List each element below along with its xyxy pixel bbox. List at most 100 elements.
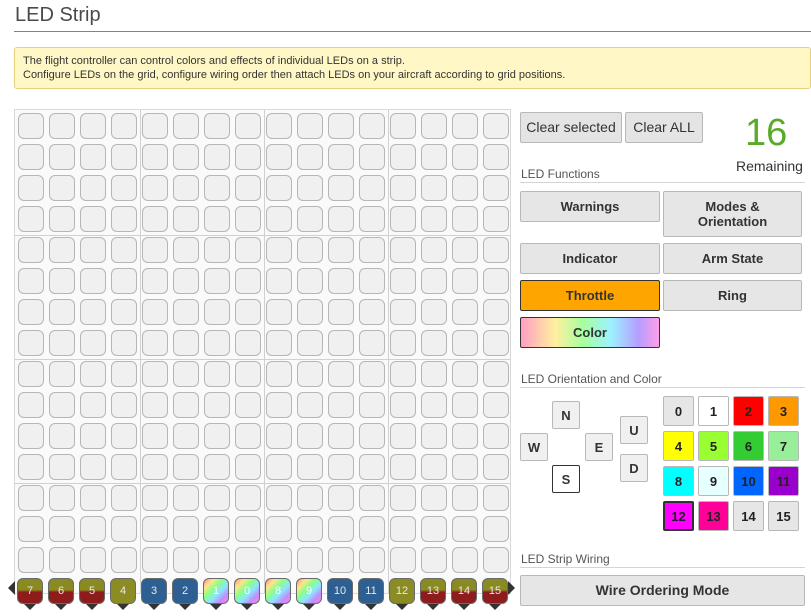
wired-led-cell[interactable]: 8 — [265, 578, 291, 604]
led-grid-cell[interactable] — [390, 454, 416, 480]
led-grid-cell[interactable] — [483, 206, 509, 232]
led-grid-cell[interactable] — [483, 516, 509, 542]
led-grid-cell[interactable] — [235, 361, 261, 387]
modes-orientation-button[interactable]: Modes & Orientation — [663, 191, 802, 237]
wired-led-cell[interactable]: 15 — [482, 578, 508, 604]
led-grid-cell[interactable] — [204, 299, 230, 325]
led-grid-cell[interactable] — [142, 485, 168, 511]
led-grid-cell[interactable] — [483, 361, 509, 387]
led-grid-cell[interactable] — [452, 175, 478, 201]
led-grid-cell[interactable] — [204, 113, 230, 139]
led-grid-cell[interactable] — [18, 268, 44, 294]
led-grid-cell[interactable] — [390, 237, 416, 263]
led-grid-cell[interactable] — [328, 113, 354, 139]
led-grid-cell[interactable] — [142, 454, 168, 480]
led-grid-cell[interactable] — [359, 392, 385, 418]
led-grid-cell[interactable] — [49, 454, 75, 480]
color-swatch[interactable]: 0 — [663, 396, 694, 426]
led-grid-cell[interactable] — [297, 268, 323, 294]
led-grid-cell[interactable] — [18, 144, 44, 170]
led-grid-cell[interactable] — [173, 268, 199, 294]
led-grid-cell[interactable] — [80, 268, 106, 294]
led-grid-cell[interactable] — [173, 485, 199, 511]
led-grid-cell[interactable] — [80, 299, 106, 325]
led-grid-cell[interactable] — [266, 206, 292, 232]
led-grid-cell[interactable] — [421, 268, 447, 294]
led-grid-cell[interactable] — [421, 516, 447, 542]
led-grid-cell[interactable] — [49, 144, 75, 170]
color-swatch[interactable]: 6 — [733, 431, 764, 461]
led-grid-cell[interactable] — [328, 516, 354, 542]
led-grid[interactable] — [14, 109, 511, 594]
led-grid-cell[interactable] — [80, 206, 106, 232]
led-grid-cell[interactable] — [173, 361, 199, 387]
led-grid-cell[interactable] — [359, 361, 385, 387]
led-grid-cell[interactable] — [421, 113, 447, 139]
ring-button[interactable]: Ring — [663, 280, 802, 311]
led-grid-cell[interactable] — [235, 454, 261, 480]
led-grid-cell[interactable] — [483, 113, 509, 139]
color-swatch[interactable]: 7 — [768, 431, 799, 461]
led-grid-cell[interactable] — [18, 330, 44, 356]
led-grid-cell[interactable] — [142, 268, 168, 294]
led-grid-cell[interactable] — [204, 175, 230, 201]
led-grid-cell[interactable] — [204, 330, 230, 356]
led-grid-cell[interactable] — [483, 485, 509, 511]
led-grid-cell[interactable] — [235, 206, 261, 232]
led-grid-cell[interactable] — [18, 454, 44, 480]
led-grid-cell[interactable] — [390, 268, 416, 294]
led-grid-cell[interactable] — [421, 330, 447, 356]
led-grid-cell[interactable] — [390, 547, 416, 573]
led-grid-cell[interactable] — [18, 361, 44, 387]
wired-led-cell[interactable]: 0 — [234, 578, 260, 604]
led-grid-cell[interactable] — [421, 237, 447, 263]
color-button[interactable]: Color — [520, 317, 660, 348]
led-grid-cell[interactable] — [173, 423, 199, 449]
led-grid-cell[interactable] — [49, 113, 75, 139]
led-grid-cell[interactable] — [266, 237, 292, 263]
led-grid-cell[interactable] — [359, 268, 385, 294]
direction-south-button[interactable]: S — [552, 465, 580, 493]
led-grid-cell[interactable] — [142, 237, 168, 263]
led-grid-cell[interactable] — [49, 423, 75, 449]
led-grid-cell[interactable] — [483, 299, 509, 325]
led-grid-cell[interactable] — [483, 454, 509, 480]
led-grid-cell[interactable] — [235, 485, 261, 511]
led-grid-cell[interactable] — [49, 268, 75, 294]
led-grid-cell[interactable] — [421, 361, 447, 387]
led-grid-cell[interactable] — [173, 516, 199, 542]
wired-led-cell[interactable]: 14 — [451, 578, 477, 604]
led-grid-cell[interactable] — [173, 113, 199, 139]
led-grid-cell[interactable] — [142, 516, 168, 542]
led-grid-cell[interactable] — [452, 144, 478, 170]
led-grid-cell[interactable] — [359, 423, 385, 449]
led-grid-cell[interactable] — [204, 206, 230, 232]
led-grid-cell[interactable] — [49, 361, 75, 387]
led-grid-cell[interactable] — [142, 330, 168, 356]
led-grid-cell[interactable] — [266, 113, 292, 139]
led-grid-cell[interactable] — [297, 516, 323, 542]
led-grid-cell[interactable] — [80, 516, 106, 542]
led-grid-cell[interactable] — [452, 299, 478, 325]
led-grid-cell[interactable] — [328, 361, 354, 387]
led-grid-cell[interactable] — [235, 547, 261, 573]
led-grid-cell[interactable] — [80, 175, 106, 201]
led-grid-cell[interactable] — [266, 299, 292, 325]
led-grid-cell[interactable] — [328, 299, 354, 325]
led-grid-cell[interactable] — [111, 392, 137, 418]
led-grid-cell[interactable] — [173, 454, 199, 480]
led-grid-cell[interactable] — [80, 144, 106, 170]
led-grid-cell[interactable] — [452, 237, 478, 263]
led-grid-cell[interactable] — [235, 516, 261, 542]
led-grid-cell[interactable] — [421, 144, 447, 170]
clear-all-button[interactable]: Clear ALL — [625, 112, 703, 143]
led-grid-cell[interactable] — [297, 392, 323, 418]
led-grid-cell[interactable] — [111, 547, 137, 573]
led-grid-cell[interactable] — [235, 423, 261, 449]
led-grid-cell[interactable] — [452, 516, 478, 542]
direction-west-button[interactable]: W — [520, 433, 548, 461]
led-grid-cell[interactable] — [49, 516, 75, 542]
led-grid-cell[interactable] — [483, 392, 509, 418]
led-grid-cell[interactable] — [297, 330, 323, 356]
led-grid-cell[interactable] — [328, 547, 354, 573]
